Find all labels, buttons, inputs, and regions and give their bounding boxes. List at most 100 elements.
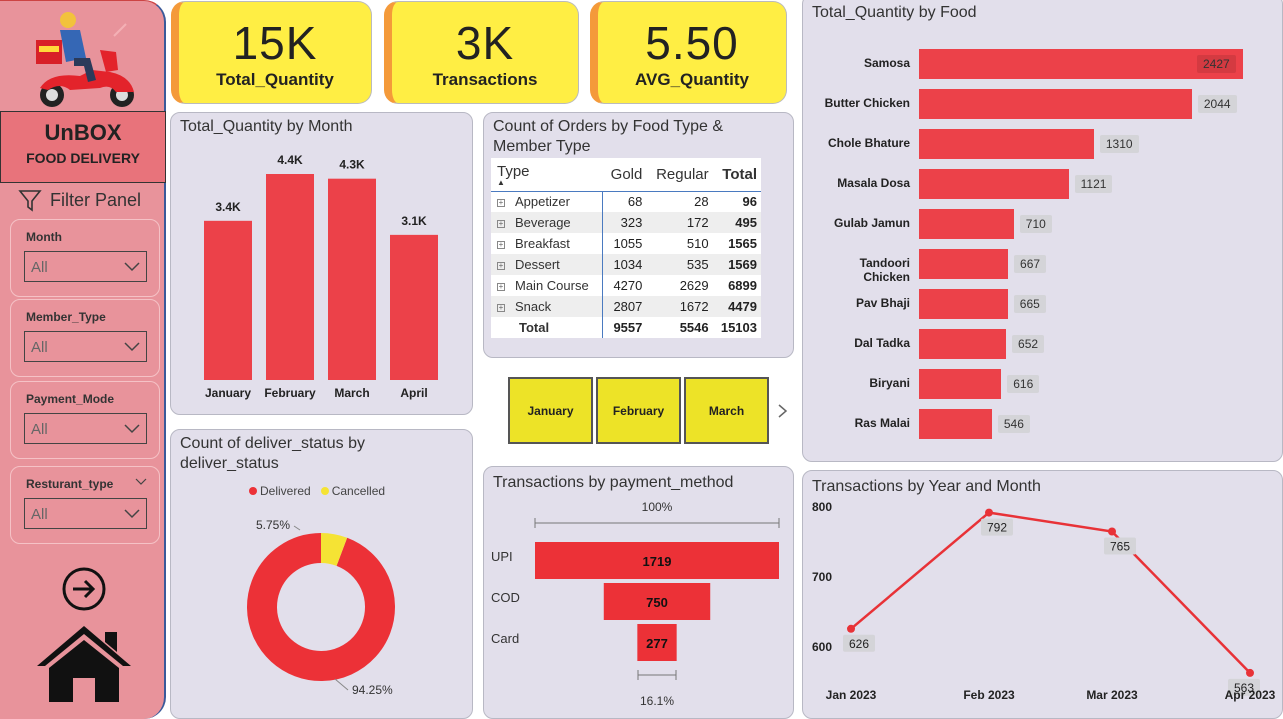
expand-icon[interactable]: + <box>497 240 505 249</box>
chevron-down-icon[interactable] <box>135 478 147 486</box>
bar-data-label: 1121 <box>1074 175 1113 193</box>
expand-icon[interactable]: + <box>497 261 505 270</box>
x-tick-label: Jan 2023 <box>826 688 877 702</box>
chevron-down-icon <box>124 424 140 434</box>
matrix-header-total[interactable]: Total <box>712 158 761 192</box>
funnel-category-label: COD <box>491 590 520 605</box>
expand-icon[interactable]: + <box>497 282 505 291</box>
food-bar <box>919 209 1014 239</box>
month-bar <box>328 178 376 380</box>
home-icon[interactable] <box>33 622 135 704</box>
food-category-label: Chole Bhature <box>827 136 910 150</box>
table-row: + Appetizer 68 28 96 <box>491 191 761 212</box>
arrow-right-circle-icon[interactable] <box>61 566 107 612</box>
x-tick-label: Feb 2023 <box>963 688 1015 702</box>
slice-label-delivered: 94.25% <box>352 683 393 697</box>
food-category-label: Dal Tadka <box>854 336 910 350</box>
chevron-down-icon <box>124 262 140 272</box>
bar-data-label: 4.4K <box>277 153 303 167</box>
expand-icon[interactable]: + <box>497 219 505 228</box>
series-line <box>850 511 1251 674</box>
member-type-dropdown[interactable]: All <box>24 331 147 362</box>
table-row: + Snack 2807 1672 4479 <box>491 296 761 317</box>
kpi-label: Total_Quantity <box>216 70 334 89</box>
x-tick-label: March <box>334 386 369 400</box>
y-tick-label: 800 <box>812 500 832 514</box>
filter-panel-label: Filter Panel <box>50 189 142 210</box>
x-tick-label: February <box>264 386 316 400</box>
dropdown-value: All <box>31 259 48 276</box>
leader-line <box>293 525 301 531</box>
food-bar <box>919 89 1192 119</box>
month-dropdown[interactable]: All <box>24 251 147 282</box>
kpi-value: 5.50 <box>645 17 739 69</box>
funnel-value-label: 750 <box>646 595 668 610</box>
chevron-right-icon[interactable] <box>777 403 789 419</box>
line-chart: 800 700 600 626 Jan 2023 792 Feb 2023 765 Mar 20… <box>812 500 1276 702</box>
bar-data-label: 546 <box>997 415 1030 433</box>
slicer-label: Member_Type <box>26 310 106 324</box>
data-point <box>1108 527 1116 536</box>
donut-chart: 5.75% 94.25% <box>247 518 395 697</box>
matrix-title: Count of Orders by Food Type & Member Ty… <box>493 118 724 155</box>
food-bar <box>919 249 1009 279</box>
brand-title: UnBOX <box>44 120 122 145</box>
bar-data-label: 652 <box>1012 335 1045 353</box>
funnel-value-label: 277 <box>646 636 668 651</box>
matrix-header-gold[interactable]: Gold <box>602 158 647 192</box>
matrix-header-type[interactable]: Type ▲ <box>491 158 603 192</box>
slice-label-cancelled: 5.75% <box>256 518 290 532</box>
kpi-label: AVG_Quantity <box>635 70 749 89</box>
expand-icon[interactable]: + <box>497 303 505 312</box>
funnel-bottom-bracket <box>637 670 677 680</box>
chevron-down-icon <box>124 342 140 352</box>
kpi-card-transactions: 3K Transactions <box>384 1 579 104</box>
data-label: 792 <box>987 521 1007 535</box>
slicer-label: Resturant_type <box>26 477 114 491</box>
matrix-header-regular[interactable]: Regular <box>646 158 713 192</box>
food-category-label: Gulab Jamun <box>833 216 910 230</box>
food-category-label: Biryani <box>869 376 910 390</box>
delivery-scooter-logo <box>36 12 134 107</box>
food-category-label: Butter Chicken <box>824 96 910 110</box>
bar-data-label: 616 <box>1007 375 1040 393</box>
funnel-bottom-label: 16.1% <box>640 694 674 708</box>
bar-data-label: 3.4K <box>215 200 241 214</box>
payment-mode-dropdown[interactable]: All <box>24 413 147 444</box>
month-button-february[interactable]: February <box>596 377 681 444</box>
data-point <box>985 508 993 517</box>
kpi-value: 3K <box>455 17 515 69</box>
funnel-value-label: 1719 <box>643 554 672 569</box>
bar-data-label: 2044 <box>1197 95 1237 113</box>
orders-matrix: Type ▲ Gold Regular Total + Appetizer 68 28 9… <box>491 158 761 338</box>
slicer-label: Month <box>26 230 62 244</box>
slicer-member-type: Member_Type All <box>10 299 160 377</box>
month-bar <box>390 234 438 380</box>
table-row: + Dessert 1034 535 1569 <box>491 254 761 275</box>
y-tick-label: 600 <box>812 640 832 654</box>
bar-data-label: 3.1K <box>401 214 427 228</box>
expand-icon[interactable]: + <box>497 198 505 207</box>
food-bar <box>919 329 1007 359</box>
bar-data-label: 710 <box>1019 215 1052 233</box>
table-row: + Beverage 323 172 495 <box>491 212 761 233</box>
food-bar <box>919 169 1069 199</box>
month-button-january[interactable]: January <box>508 377 593 444</box>
brand-subtitle: FOOD DELIVERY <box>26 150 140 166</box>
bar-data-label: 667 <box>1014 255 1047 273</box>
bar-data-label: 4.3K <box>339 158 365 172</box>
kpi-card-total-quantity: 15K Total_Quantity <box>171 1 372 104</box>
food-bar <box>919 409 992 439</box>
x-tick-label: April <box>400 386 427 400</box>
leader-line <box>334 678 349 691</box>
x-tick-label: January <box>205 386 251 400</box>
month-bar <box>204 220 252 380</box>
table-row: + Breakfast 1055 510 1565 <box>491 233 761 254</box>
month-button-march[interactable]: March <box>684 377 769 444</box>
restaurant-type-dropdown[interactable]: All <box>24 498 147 529</box>
dropdown-value: All <box>31 421 48 438</box>
bar-data-label: 2427 <box>1197 55 1236 73</box>
dropdown-value: All <box>31 339 48 356</box>
slicer-payment-mode: Payment_Mode All <box>10 381 160 459</box>
data-point <box>1246 668 1254 677</box>
